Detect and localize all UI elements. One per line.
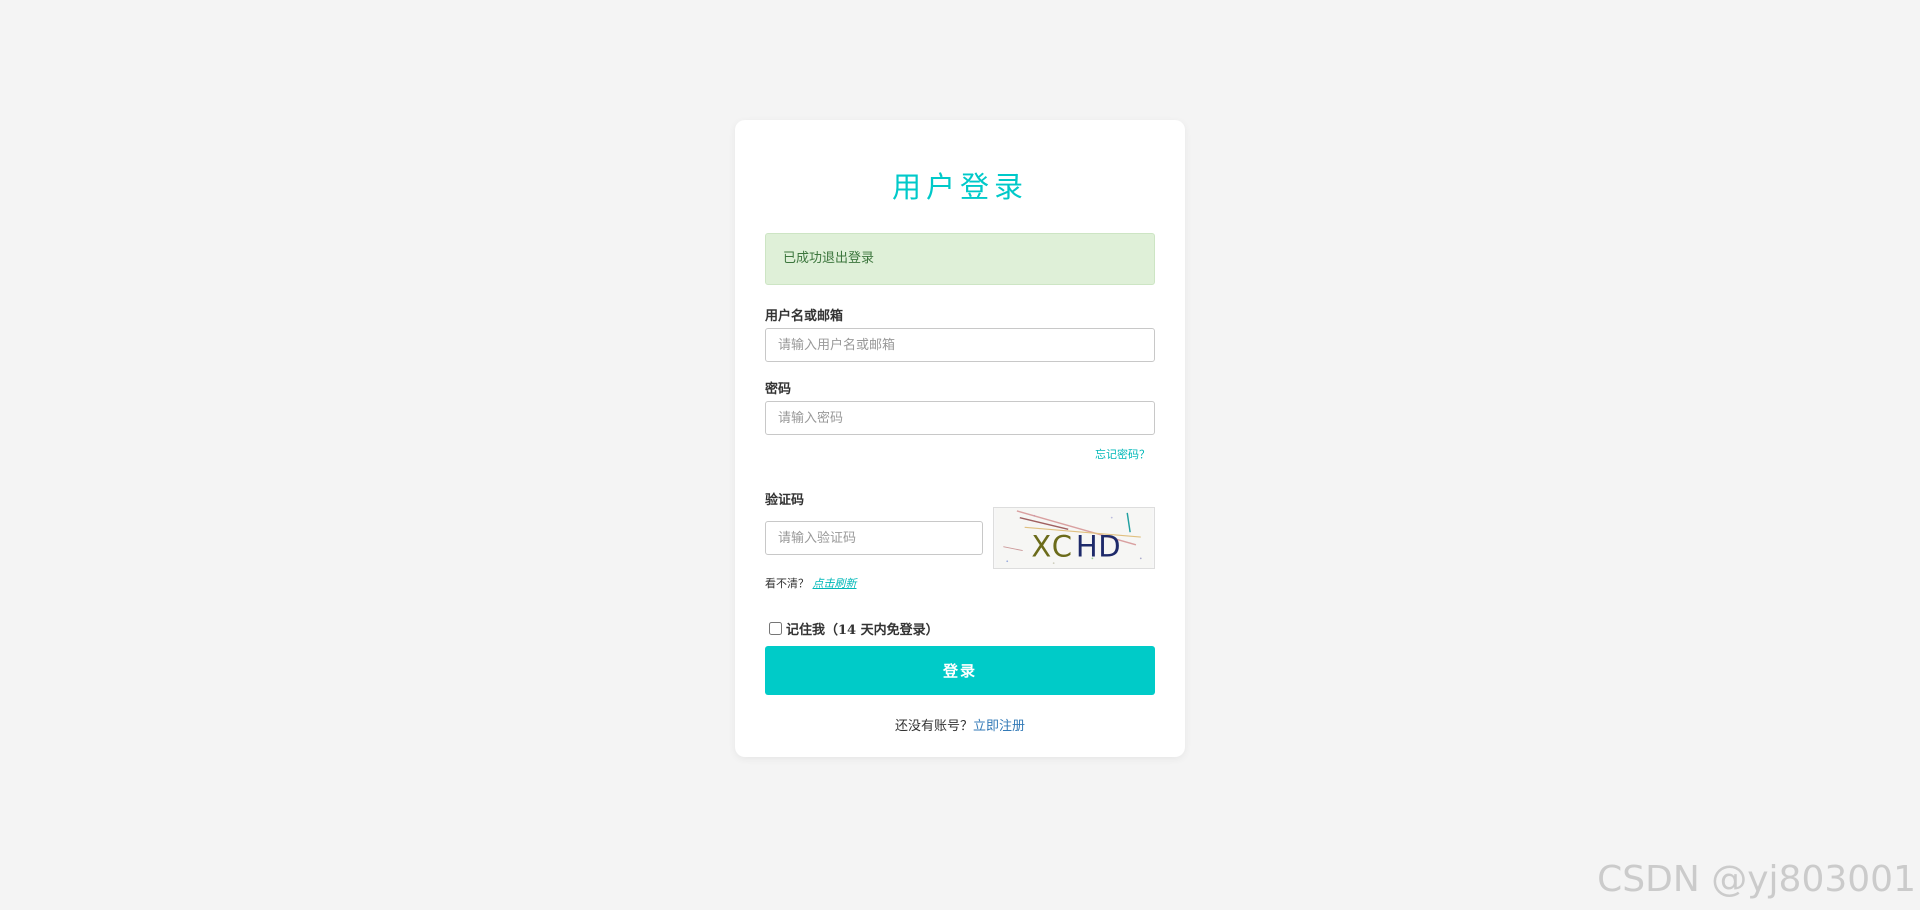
remember-me-label: 记住我（14 天内免登录） [786, 622, 939, 638]
register-link[interactable]: 立即注册 [973, 719, 1025, 734]
captcha-refresh-link[interactable]: 点击刷新 [813, 577, 857, 590]
captcha-char-h: H [1076, 529, 1098, 563]
remember-me-row[interactable]: 记住我（14 天内免登录） [765, 616, 1155, 640]
watermark: CSDN @yj803001 [1597, 859, 1916, 900]
captcha-label: 验证码 [765, 493, 805, 508]
register-prompt: 还没有账号？ [894, 719, 973, 734]
logout-success-alert: 已成功退出登录 [765, 233, 1155, 285]
login-button[interactable]: 登录 [765, 646, 1155, 695]
captcha-char-c: C [1052, 529, 1072, 563]
captcha-image[interactable]: X C H D [993, 507, 1155, 569]
captcha-char-d: D [1098, 529, 1120, 563]
forgot-password-link[interactable]: 忘记密码？ [1095, 448, 1150, 461]
password-input[interactable] [765, 401, 1155, 435]
password-label: 密码 [765, 382, 792, 397]
login-card: 用户登录 已成功退出登录 用户名或邮箱 密码 忘记密码？ 验证码 X C H D [735, 120, 1185, 757]
username-input[interactable] [765, 328, 1155, 362]
username-label: 用户名或邮箱 [765, 309, 844, 324]
captcha-input[interactable] [765, 521, 983, 555]
forgot-row: 忘记密码？ [765, 435, 1155, 475]
remember-me-checkbox[interactable] [769, 621, 782, 635]
captcha-refresh-row: 看不清？ 点击刷新 [765, 572, 1155, 616]
captcha-char-x: X [1031, 529, 1051, 563]
captcha-unclear-text: 看不清？ [765, 577, 809, 590]
captcha-row: X C H D [765, 507, 1155, 569]
page-title: 用户登录 [891, 170, 1028, 204]
register-row: 还没有账号？立即注册 [765, 715, 1155, 734]
